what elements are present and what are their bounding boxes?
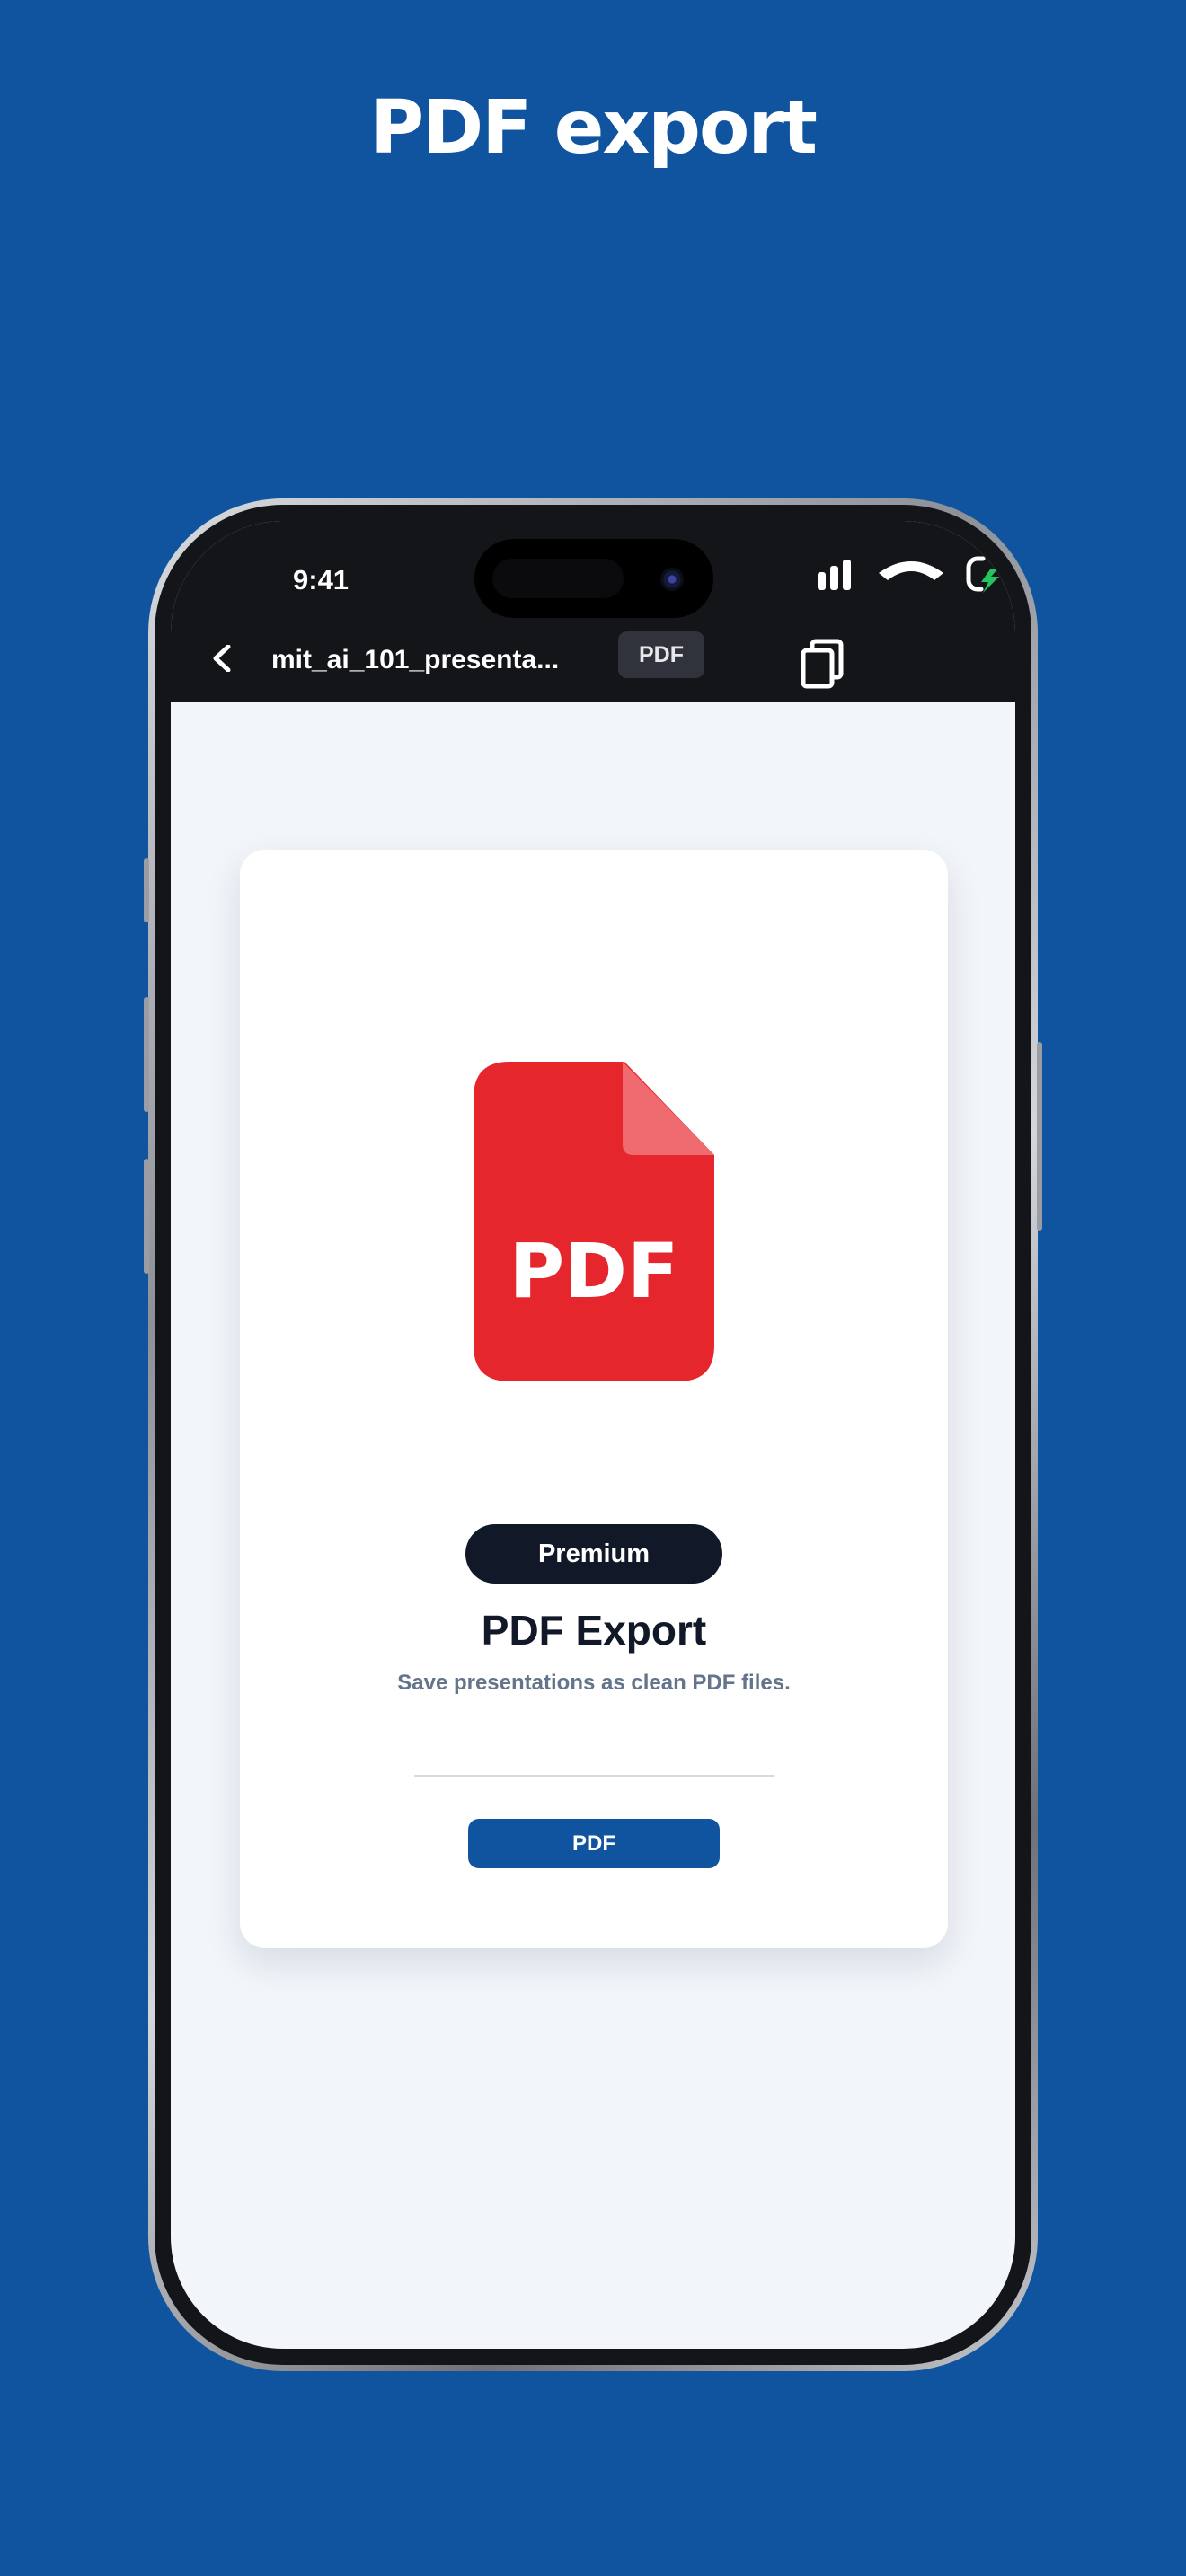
page-headline: PDF export: [370, 85, 818, 171]
card-subtitle: Save presentations as clean PDF files.: [397, 1671, 791, 1695]
pdf-file-icon: PDF: [474, 1062, 714, 1381]
divider: [414, 1775, 774, 1777]
volume-up-button: [144, 997, 149, 1112]
battery-charging-icon: [966, 556, 999, 593]
island-sensor: [492, 559, 624, 598]
premium-badge: Premium: [465, 1524, 722, 1584]
export-pdf-button[interactable]: PDF: [468, 1819, 720, 1868]
top-bar: 9:41 mit_ai_101_presenta... PDF: [171, 521, 1015, 702]
dynamic-island: [474, 539, 713, 618]
volume-down-button: [144, 1159, 149, 1274]
chevron-left-icon[interactable]: [208, 645, 235, 672]
copy-icon[interactable]: [798, 638, 846, 690]
format-chip[interactable]: PDF: [618, 631, 704, 678]
card-title: PDF Export: [481, 1607, 707, 1654]
camera-icon: [660, 568, 684, 591]
export-card: PDF Premium PDF Export Save presentation…: [240, 850, 948, 1948]
wifi-icon: [879, 561, 943, 580]
status-time: 9:41: [293, 564, 350, 595]
pdf-icon-label: PDF: [509, 1227, 679, 1315]
action-button: [144, 858, 149, 922]
file-name: mit_ai_101_presenta...: [271, 645, 560, 675]
phone-screen: 9:41 mit_ai_101_presenta... PDF PDF Prem…: [171, 521, 1015, 2349]
power-button: [1037, 1042, 1042, 1231]
